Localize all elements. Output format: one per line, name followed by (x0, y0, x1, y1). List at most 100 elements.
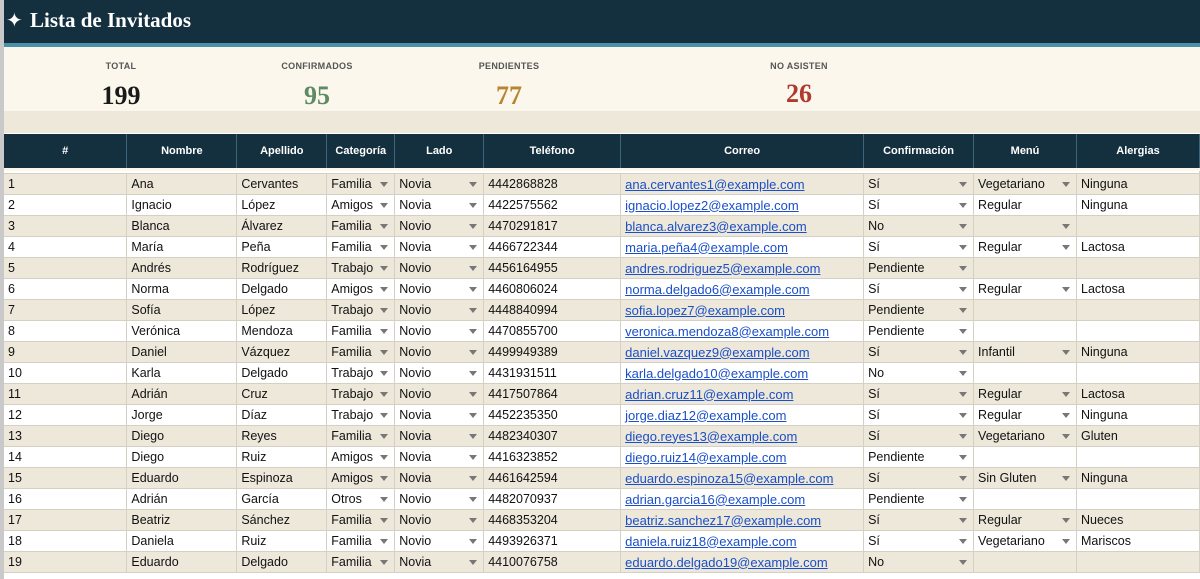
cell-n[interactable]: 11 (4, 383, 128, 405)
cell-menu[interactable] (973, 299, 1077, 321)
cell-categoria[interactable]: Familia (326, 551, 396, 573)
column-header[interactable]: # (4, 134, 128, 171)
cell-menu[interactable]: Sin Gluten (973, 467, 1077, 489)
cell-telefono[interactable]: 4470291817 (483, 215, 622, 237)
cell-confirmacion[interactable]: Sí (863, 278, 975, 300)
cell-alergias[interactable] (1076, 215, 1200, 237)
cell-correo[interactable]: jorge.diaz12@example.com (620, 404, 865, 426)
cell-correo[interactable]: norma.delgado6@example.com (620, 278, 865, 300)
cell-nombre[interactable]: Daniela (126, 530, 238, 552)
cell-menu[interactable]: Vegetariano (973, 425, 1077, 447)
cell-menu[interactable] (973, 362, 1077, 384)
cell-alergias[interactable]: Ninguna (1076, 404, 1200, 426)
cell-alergias[interactable] (1076, 257, 1200, 279)
cell-alergias[interactable]: Nueces (1076, 509, 1200, 531)
cell-categoria[interactable]: Familia (326, 425, 396, 447)
cell-nombre[interactable]: Karla (126, 362, 238, 384)
cell-n[interactable]: 4 (4, 236, 128, 258)
email-link[interactable]: adrian.cruz11@example.com (625, 387, 793, 402)
cell-lado[interactable]: Novio (394, 383, 485, 405)
cell-confirmacion[interactable]: Sí (863, 509, 975, 531)
cell-telefono[interactable]: 4461642594 (483, 467, 622, 489)
cell-nombre[interactable]: Norma (126, 278, 238, 300)
cell-apellido[interactable]: Mendoza (236, 320, 328, 342)
cell-telefono[interactable]: 4410076758 (483, 551, 622, 573)
cell-correo[interactable]: andres.rodriguez5@example.com (620, 257, 865, 279)
cell-menu[interactable]: Infantil (973, 341, 1077, 363)
table-row[interactable]: 5 Andrés Rodríguez Trabajo Novio 4456164955 an… (4, 257, 1200, 279)
cell-confirmacion[interactable]: Pendiente (863, 446, 975, 468)
cell-categoria[interactable]: Trabajo (326, 299, 396, 321)
table-row[interactable]: 12 Jorge Díaz Trabajo Novia 4452235350 jorge.d… (4, 404, 1200, 426)
cell-n[interactable]: 15 (4, 467, 128, 489)
email-link[interactable]: adrian.garcia16@example.com (625, 492, 805, 507)
cell-nombre[interactable]: Andrés (126, 257, 238, 279)
email-link[interactable]: sofia.lopez7@example.com (625, 303, 785, 318)
email-link[interactable]: andres.rodriguez5@example.com (625, 261, 820, 276)
cell-nombre[interactable]: Eduardo (126, 467, 238, 489)
email-link[interactable]: karla.delgado10@example.com (625, 366, 808, 381)
cell-menu[interactable]: Regular (973, 509, 1077, 531)
cell-n[interactable]: 16 (4, 488, 128, 510)
cell-lado[interactable]: Novia (394, 173, 485, 195)
cell-alergias[interactable]: Mariscos (1076, 530, 1200, 552)
cell-confirmacion[interactable]: No (863, 362, 975, 384)
table-row[interactable]: 10 Karla Delgado Trabajo Novio 4431931511 karl… (4, 362, 1200, 384)
column-header[interactable]: Apellido (236, 134, 328, 171)
cell-lado[interactable]: Novia (394, 194, 485, 216)
cell-telefono[interactable]: 4417507864 (483, 383, 622, 405)
table-row[interactable]: 9 Daniel Vázquez Familia Novio 4499949389 dani… (4, 341, 1200, 363)
cell-nombre[interactable]: Diego (126, 446, 238, 468)
cell-confirmacion[interactable]: Pendiente (863, 320, 975, 342)
cell-n[interactable]: 10 (4, 362, 128, 384)
cell-nombre[interactable]: Adrián (126, 488, 238, 510)
cell-confirmacion[interactable]: Pendiente (863, 299, 975, 321)
email-link[interactable]: ana.cervantes1@example.com (625, 177, 804, 192)
cell-confirmacion[interactable]: Sí (863, 194, 975, 216)
cell-categoria[interactable]: Trabajo (326, 257, 396, 279)
table-row[interactable]: 6 Norma Delgado Amigos Novio 4460806024 norma.… (4, 278, 1200, 300)
email-link[interactable]: blanca.alvarez3@example.com (625, 219, 807, 234)
cell-apellido[interactable]: Vázquez (236, 341, 328, 363)
cell-alergias[interactable]: Lactosa (1076, 236, 1200, 258)
cell-apellido[interactable]: García (236, 488, 328, 510)
email-link[interactable]: veronica.mendoza8@example.com (625, 324, 829, 339)
cell-correo[interactable]: ignacio.lopez2@example.com (620, 194, 865, 216)
email-link[interactable]: daniel.vazquez9@example.com (625, 345, 809, 360)
cell-menu[interactable]: Regular (973, 194, 1077, 216)
email-link[interactable]: norma.delgado6@example.com (625, 282, 809, 297)
cell-lado[interactable]: Novia (394, 236, 485, 258)
email-link[interactable]: ignacio.lopez2@example.com (625, 198, 799, 213)
cell-nombre[interactable]: María (126, 236, 238, 258)
cell-telefono[interactable]: 4431931511 (483, 362, 622, 384)
column-header[interactable]: Teléfono (483, 134, 622, 171)
cell-confirmacion[interactable]: Sí (863, 404, 975, 426)
table-row[interactable]: 18 Daniela Ruiz Familia Novio 4493926371 danie… (4, 530, 1200, 552)
cell-correo[interactable]: adrian.garcia16@example.com (620, 488, 865, 510)
cell-apellido[interactable]: Ruiz (236, 446, 328, 468)
cell-lado[interactable]: Novio (394, 341, 485, 363)
email-link[interactable]: maria.peña4@example.com (625, 240, 788, 255)
email-link[interactable]: eduardo.espinoza15@example.com (625, 471, 833, 486)
cell-nombre[interactable]: Daniel (126, 341, 238, 363)
cell-correo[interactable]: diego.reyes13@example.com (620, 425, 865, 447)
cell-confirmacion[interactable]: Sí (863, 425, 975, 447)
email-link[interactable]: eduardo.delgado19@example.com (625, 555, 828, 570)
cell-menu[interactable] (973, 551, 1077, 573)
cell-categoria[interactable]: Otros (326, 488, 396, 510)
cell-alergias[interactable]: Ninguna (1076, 467, 1200, 489)
cell-confirmacion[interactable]: No (863, 215, 975, 237)
cell-telefono[interactable]: 4470855700 (483, 320, 622, 342)
table-row[interactable]: 3 Blanca Álvarez Familia Novio 4470291817 blan… (4, 215, 1200, 237)
table-row[interactable]: 14 Diego Ruiz Amigos Novia 4416323852 diego.ru… (4, 446, 1200, 468)
cell-apellido[interactable]: Peña (236, 236, 328, 258)
cell-apellido[interactable]: Espinoza (236, 467, 328, 489)
cell-confirmacion[interactable]: Sí (863, 236, 975, 258)
cell-categoria[interactable]: Amigos (326, 467, 396, 489)
cell-telefono[interactable]: 4460806024 (483, 278, 622, 300)
cell-n[interactable]: 13 (4, 425, 128, 447)
cell-categoria[interactable]: Familia (326, 530, 396, 552)
cell-lado[interactable]: Novio (394, 488, 485, 510)
cell-correo[interactable]: daniel.vazquez9@example.com (620, 341, 865, 363)
cell-n[interactable]: 6 (4, 278, 128, 300)
